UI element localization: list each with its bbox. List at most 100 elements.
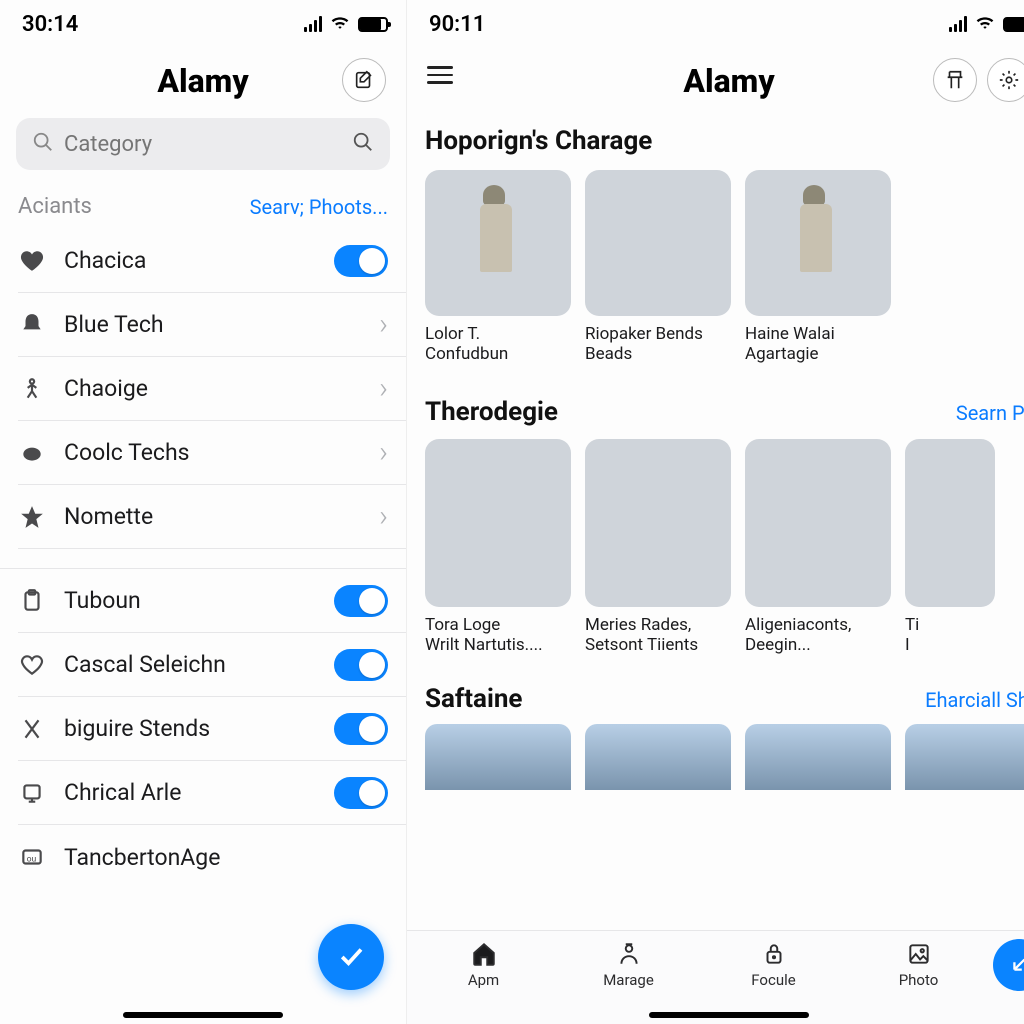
card-line2: I xyxy=(905,635,935,655)
header-actions xyxy=(933,58,1024,102)
section2-header: Therodegie Searn Pho xyxy=(425,397,1024,427)
row-tancberton[interactable]: ou TancbertonAge xyxy=(18,825,406,889)
arrow-down-left-icon xyxy=(1008,954,1024,976)
row-chrical[interactable]: Chrical Arle xyxy=(18,761,406,825)
nav-photo[interactable]: Photo xyxy=(848,941,989,989)
cellular-signal-icon xyxy=(949,16,967,32)
card[interactable]: Tora Loge Wrilt Nartutis.... xyxy=(425,439,571,656)
section1-title: Hoporign's Charage xyxy=(425,120,1024,170)
card-line2: Confudbun xyxy=(425,344,571,364)
section2-link[interactable]: Searn Pho xyxy=(956,401,1024,425)
section-title: Aciants xyxy=(18,194,92,219)
card-line2: Setsont Tiients xyxy=(585,635,731,655)
card-line2: Wrilt Nartutis.... xyxy=(425,635,571,655)
home-indicator xyxy=(649,1012,809,1018)
mini-thumb[interactable] xyxy=(425,724,571,790)
section2-cards[interactable]: Tora Loge Wrilt Nartutis.... Meries Rade… xyxy=(425,439,1024,656)
toggle[interactable] xyxy=(334,245,388,277)
status-icons xyxy=(949,12,1024,37)
menu-button[interactable] xyxy=(427,66,453,84)
chevron-right-icon: › xyxy=(379,371,388,406)
nav-label: Marage xyxy=(603,971,654,989)
row-chaoige[interactable]: Chaoige › xyxy=(18,357,406,421)
card-line2: Agartagie xyxy=(745,344,891,364)
section1-cards[interactable]: Lolor T. Confudbun Riopaker Bends Beads … xyxy=(425,170,1024,365)
row-chacica[interactable]: Chacica xyxy=(18,229,406,293)
app-header: Alamy xyxy=(407,44,1024,112)
piggy-icon xyxy=(18,440,46,466)
home-indicator xyxy=(123,1012,283,1018)
card-line2: Beads xyxy=(585,344,731,364)
clipboard-icon xyxy=(18,588,46,614)
card-line1: Lolor T. xyxy=(425,316,571,344)
row-label: Chaoige xyxy=(64,375,361,402)
cellular-signal-icon xyxy=(304,16,322,32)
phone-left: 30:14 Alamy Aciants Searv; Phoots... Cha… xyxy=(0,0,407,1024)
card-line1: Meries Rades, xyxy=(585,607,731,635)
nav-manage[interactable]: Marage xyxy=(558,941,699,989)
toggle[interactable] xyxy=(334,649,388,681)
search-input[interactable] xyxy=(64,132,342,157)
row-label: Chacica xyxy=(64,247,316,274)
main-content: Hoporign's Charage Lolor T. Confudbun Ri… xyxy=(407,112,1024,930)
mini-thumb[interactable] xyxy=(585,724,731,790)
phone-right: 90:11 Alamy Hoporign's Charage Lolor T. … xyxy=(407,0,1024,1024)
nav-focus[interactable]: Focule xyxy=(703,941,844,989)
card-thumb xyxy=(745,439,891,607)
header-actions xyxy=(342,58,386,102)
card-peek[interactable]: Ti I xyxy=(905,439,935,656)
card-thumb xyxy=(425,170,571,316)
nav-action-fab[interactable] xyxy=(993,939,1024,991)
card-line1: Riopaker Bends xyxy=(585,316,731,344)
row-coolctechs[interactable]: Coolc Techs › xyxy=(18,421,406,485)
row-bluetech[interactable]: Blue Tech › xyxy=(18,293,406,357)
section-link[interactable]: Searv; Phoots... xyxy=(250,195,388,219)
device-icon xyxy=(18,780,46,806)
status-time: 30:14 xyxy=(22,12,78,37)
toggle[interactable] xyxy=(334,713,388,745)
mini-thumb[interactable] xyxy=(905,724,1024,790)
card-line2: Deegin... xyxy=(745,635,891,655)
row-nomette[interactable]: Nomette › xyxy=(18,485,406,549)
compose-button[interactable] xyxy=(342,58,386,102)
section-header-row: Aciants Searv; Phoots... xyxy=(0,180,406,229)
section3-strip[interactable] xyxy=(425,724,1024,790)
search-submit-icon[interactable] xyxy=(352,131,374,157)
card[interactable]: Aligeniaconts, Deegin... xyxy=(745,439,891,656)
app-title: Alamy xyxy=(683,62,774,100)
heart-outline-icon xyxy=(18,652,46,678)
hamburger-icon xyxy=(427,66,453,84)
row-cascal[interactable]: Cascal Seleichn xyxy=(18,633,406,697)
profile-icon xyxy=(616,941,642,967)
card[interactable]: Haine Walai Agartagie xyxy=(745,170,891,365)
search-bar[interactable] xyxy=(16,118,390,170)
section3-header: Saftaine Eharciall Shor xyxy=(425,684,1024,714)
row-label: Blue Tech xyxy=(64,311,361,338)
mini-thumb[interactable] xyxy=(745,724,891,790)
battery-icon xyxy=(358,17,388,32)
chevron-right-icon: › xyxy=(379,499,388,534)
card-thumb xyxy=(585,439,731,607)
app-header: Alamy xyxy=(0,44,406,112)
settings-button[interactable] xyxy=(987,58,1024,102)
chevron-right-icon: › xyxy=(379,435,388,470)
search-icon xyxy=(32,131,54,157)
row-biguire[interactable]: biguire Stends xyxy=(18,697,406,761)
settings-list: Chacica Blue Tech › Chaoige › Coolc Tech… xyxy=(0,229,406,889)
card[interactable]: Lolor T. Confudbun xyxy=(425,170,571,365)
toggle[interactable] xyxy=(334,585,388,617)
nav-home[interactable]: Apm xyxy=(413,941,554,989)
confirm-fab[interactable] xyxy=(318,924,384,990)
card[interactable]: Meries Rades, Setsont Tiients xyxy=(585,439,731,656)
status-icons xyxy=(304,12,388,37)
card-ou-icon: ou xyxy=(18,844,46,870)
bookmark-button[interactable] xyxy=(933,58,977,102)
toggle[interactable] xyxy=(334,777,388,809)
row-tuboun[interactable]: Tuboun xyxy=(18,569,406,633)
section3-link[interactable]: Eharciall Shor xyxy=(925,688,1024,712)
status-bar: 30:14 xyxy=(0,0,406,44)
card-line1: Haine Walai xyxy=(745,316,891,344)
battery-icon xyxy=(1003,17,1024,32)
card[interactable]: Riopaker Bends Beads xyxy=(585,170,731,365)
star-icon xyxy=(18,504,46,530)
